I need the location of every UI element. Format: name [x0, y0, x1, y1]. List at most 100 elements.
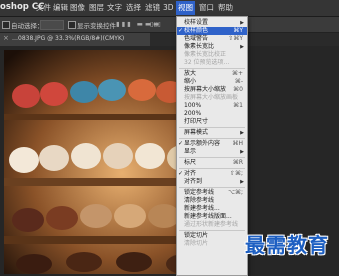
document-tab[interactable]: × …0838.JPG @ 33.3%(RGB/8#)(CMYK) — [0, 33, 150, 46]
view-menu-item-label: 校样设置 — [184, 19, 209, 26]
view-menu-item-label: 新建参考线... — [184, 205, 220, 212]
view-menu-item-label: 按屏幕大小缩放 — [184, 86, 227, 93]
view-menu-item-label: 新建参考线版面... — [184, 213, 232, 220]
submenu-arrow-icon: ▶ — [240, 149, 244, 155]
menu-view[interactable]: 视图 — [176, 1, 195, 15]
view-menu-item-label: 显示额外内容 — [184, 140, 221, 147]
view-menu-item-shortcut: ⌘1 — [233, 102, 243, 109]
checkmark-icon: ✓ — [178, 140, 184, 147]
view-menu-item-label: 锁定切片 — [184, 232, 209, 239]
menu-image[interactable]: 图像 — [70, 3, 85, 13]
show-transform-label: 显示变换控件 — [77, 22, 116, 30]
view-menu-item[interactable]: 放大 ⌘+ — [177, 70, 247, 78]
submenu-arrow-icon: ▶ — [240, 179, 244, 185]
view-menu-item-label: 打印尺寸 — [184, 118, 209, 125]
view-menu-item-label: 100% — [184, 102, 202, 109]
submenu-arrow-icon: ▶ — [240, 20, 244, 26]
view-menu-item[interactable]: 100% ⌘1 — [177, 102, 247, 110]
auto-select-checkbox[interactable] — [2, 21, 10, 29]
view-menu-item: 通过形状新建参考线 — [177, 221, 247, 229]
menu-separator — [179, 168, 245, 169]
view-menu-item-label: 放大 — [184, 70, 197, 77]
checkmark-icon: ✓ — [178, 170, 184, 177]
menu-select[interactable]: 选择 — [126, 3, 141, 13]
menu-layer[interactable]: 图层 — [89, 3, 104, 13]
checkmark-icon: ✓ — [178, 27, 184, 34]
watermark-text: 最需教育 — [245, 233, 329, 257]
view-menu-item-shortcut: ⇧⌘Y — [228, 35, 243, 42]
auto-select-label: 自动选择： — [11, 22, 44, 30]
view-menu-item[interactable]: 新建参考线... — [177, 205, 247, 213]
menu-filter[interactable]: 滤镜 — [145, 3, 160, 13]
view-menu-item[interactable]: 屏幕模式 ▶ — [177, 129, 247, 137]
menu-separator — [179, 187, 245, 188]
view-menu-item[interactable]: 缩小 ⌘- — [177, 78, 247, 86]
show-transform-checkbox[interactable] — [68, 21, 76, 29]
view-menu-item[interactable]: 锁定切片 — [177, 232, 247, 240]
submenu-arrow-icon: ▶ — [240, 130, 244, 136]
view-menu-item-label: 像素长宽比 — [184, 43, 215, 50]
view-menu-item-shortcut: ⌘+ — [231, 70, 243, 77]
view-menu-item-label: 清除参考线 — [184, 197, 215, 204]
options-bar: 自动选择： 显示变换控件 ▮▮▮ ▬▬▬ ▯▯▯ — [0, 17, 339, 33]
view-menu-item-label: 清除切片 — [184, 240, 209, 247]
view-menu-item[interactable]: 锁定参考线 ⌥⌘; — [177, 189, 247, 197]
view-menu-item[interactable]: 200% — [177, 110, 247, 118]
menu-help[interactable]: 帮助 — [218, 3, 233, 13]
view-menu-item-label: 标尺 — [184, 159, 197, 166]
submenu-arrow-icon: ▶ — [240, 44, 244, 50]
menu-separator — [179, 138, 245, 139]
view-menu-item-shortcut: ⌘- — [234, 78, 243, 85]
view-menu-item[interactable]: ✓ 显示额外内容 ⌘H — [177, 140, 247, 148]
menu-separator — [179, 157, 245, 158]
view-menu-item-label: 校样颜色 — [184, 27, 209, 34]
view-menu-item-shortcut: ⌘Y — [233, 27, 243, 34]
view-menu-item[interactable]: ✓ 校样颜色 ⌘Y — [177, 27, 247, 35]
menu-file[interactable]: 文件 — [36, 3, 51, 13]
view-menu-item-label: 32 位预览选项... — [184, 59, 230, 66]
view-menu-item[interactable]: 按屏幕大小缩放 ⌘0 — [177, 86, 247, 94]
view-menu-item-shortcut: ⌘R — [232, 159, 243, 166]
view-menu-item-label: 色域警告 — [184, 35, 209, 42]
auto-select-dropdown[interactable] — [40, 20, 64, 30]
view-menu-item[interactable]: 显示 ▶ — [177, 148, 247, 156]
view-menu-item-label: 通过形状新建参考线 — [184, 221, 239, 228]
menu-separator — [179, 230, 245, 231]
document-tab-bar: × …0838.JPG @ 33.3%(RGB/8#)(CMYK) — [0, 33, 339, 47]
view-menu-item-label: 按屏幕大小缩放画板 — [184, 94, 239, 101]
view-menu-item[interactable]: 像素长宽比 ▶ — [177, 43, 247, 51]
view-menu-item-label: 对齐到 — [184, 178, 203, 185]
view-menu-item[interactable]: 打印尺寸 — [177, 118, 247, 126]
menu-3d[interactable]: 3D — [163, 3, 174, 13]
view-menu-item-shortcut: ⌘H — [232, 140, 243, 147]
menu-type[interactable]: 文字 — [107, 3, 122, 13]
view-menu-item-label: 200% — [184, 110, 202, 117]
view-menu-item[interactable]: ✓ 对齐 ⇧⌘; — [177, 170, 247, 178]
view-menu-item[interactable]: 新建参考线版面... — [177, 213, 247, 221]
view-menu-item[interactable]: 校样设置 ▶ — [177, 19, 247, 27]
document-tab-label: …0838.JPG @ 33.3%(RGB/8#)(CMYK) — [12, 35, 125, 42]
view-menu-item-label: 对齐 — [184, 170, 197, 177]
view-menu-item: 像素长宽比校正 — [177, 51, 247, 59]
menu-separator — [179, 68, 245, 69]
distribute-icons[interactable]: ▯▯▯ — [150, 20, 161, 28]
view-menu-item-shortcut: ⌘0 — [233, 86, 243, 93]
view-menu-item-shortcut: ⌥⌘; — [228, 189, 243, 196]
view-menu-item-label: 屏幕模式 — [184, 129, 209, 136]
view-menu-dropdown: 校样设置 ▶ ✓ 校样颜色 ⌘Y 色域警告 ⇧⌘Y 像素长宽比 ▶ 像素长宽比校正 32 位预览选项… — [176, 16, 248, 276]
view-menu-item-label: 显示 — [184, 148, 197, 155]
view-menu-item: 清除切片 — [177, 240, 247, 248]
view-menu-item: 按屏幕大小缩放画板 — [177, 94, 247, 102]
view-menu-item-label: 锁定参考线 — [184, 189, 215, 196]
view-menu-item[interactable]: 标尺 ⌘R — [177, 159, 247, 167]
view-menu-item-label: 像素长宽比校正 — [184, 51, 227, 58]
close-icon[interactable]: × — [3, 34, 9, 42]
view-menu-item[interactable]: 清除参考线 — [177, 197, 247, 205]
view-menu-item[interactable]: 色域警告 ⇧⌘Y — [177, 35, 247, 43]
menu-window[interactable]: 窗口 — [199, 3, 214, 13]
view-menu-item[interactable]: 对齐到 ▶ — [177, 178, 247, 186]
menu-edit[interactable]: 编辑 — [53, 3, 68, 13]
menu-separator — [179, 127, 245, 128]
menu-bar: oshop CC 文件 编辑 图像 图层 文字 选择 滤镜 3D 视图 窗口 帮… — [0, 0, 339, 17]
view-menu-item-label: 缩小 — [184, 78, 197, 85]
